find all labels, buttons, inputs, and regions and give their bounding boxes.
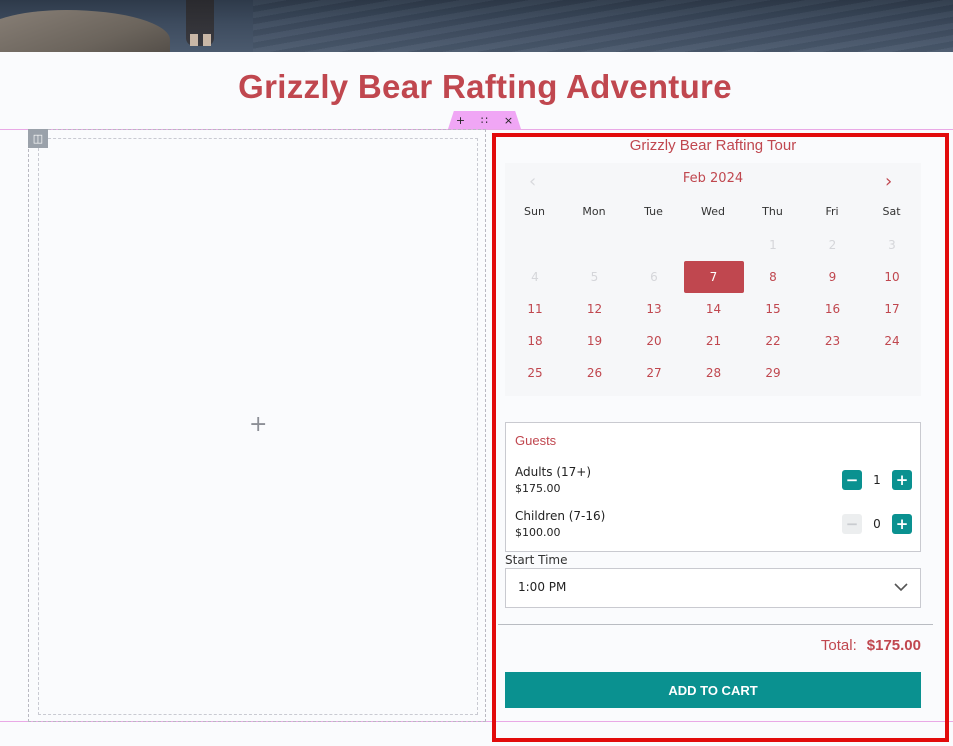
person-leg-right bbox=[203, 34, 211, 46]
toolbar-move-icon[interactable]: ∷ bbox=[481, 114, 488, 127]
rock-shape bbox=[0, 10, 170, 52]
calendar-day[interactable]: 10 bbox=[862, 261, 922, 293]
column-toolbar: + ∷ × bbox=[448, 111, 521, 129]
calendar-day[interactable]: 17 bbox=[862, 293, 922, 325]
calendar-day[interactable]: 12 bbox=[565, 293, 625, 325]
weekday-wed: Wed bbox=[701, 205, 725, 218]
total-row: Total: $175.00 bbox=[740, 637, 921, 654]
hero-image bbox=[0, 0, 953, 52]
person-leg-left bbox=[190, 34, 198, 46]
calendar-day[interactable]: 16 bbox=[803, 293, 863, 325]
calendar-day[interactable]: 29 bbox=[743, 357, 803, 389]
calendar-day[interactable]: 23 bbox=[803, 325, 863, 357]
calendar-day: 4 bbox=[531, 270, 539, 284]
children-label: Children (7-16) bbox=[515, 509, 606, 523]
calendar-day[interactable]: 27 bbox=[624, 357, 684, 389]
children-plus-button[interactable]: + bbox=[892, 514, 912, 534]
calendar-day: 6 bbox=[650, 270, 658, 284]
calendar-day[interactable]: 14 bbox=[684, 293, 744, 325]
calendar-day[interactable]: 18 bbox=[505, 325, 565, 357]
guests-title: Guests bbox=[515, 433, 557, 448]
tour-title: Grizzly Bear Rafting Tour bbox=[629, 137, 797, 154]
children-quantity: 0 bbox=[873, 517, 881, 531]
add-to-cart-button[interactable]: ADD TO CART bbox=[505, 672, 921, 708]
calendar-month-label: Feb 2024 bbox=[682, 171, 744, 186]
guests-panel: Guests Adults (17+) $175.00 − 1 + Childr… bbox=[505, 422, 921, 552]
add-block-icon[interactable]: + bbox=[249, 412, 267, 437]
weekday-sat: Sat bbox=[882, 205, 901, 218]
booking-calendar: ‹ Feb 2024 › Sun Mon Tue Wed Thu Fri Sat 1 2 3 4 5 6… bbox=[505, 163, 921, 396]
calendar-day[interactable]: 28 bbox=[684, 357, 744, 389]
calendar-day[interactable]: 26 bbox=[565, 357, 625, 389]
calendar-day[interactable]: 11 bbox=[505, 293, 565, 325]
page-title: Grizzly Bear Rafting Adventure bbox=[238, 68, 732, 105]
chevron-down-icon bbox=[894, 583, 908, 592]
divider bbox=[498, 624, 933, 625]
toolbar-add-icon[interactable]: + bbox=[456, 114, 465, 127]
calendar-day: 2 bbox=[828, 238, 837, 252]
calendar-day[interactable]: 19 bbox=[565, 325, 625, 357]
weekday-thu: Thu bbox=[762, 205, 783, 218]
column-handle-icon[interactable]: ◫ bbox=[28, 129, 48, 148]
total-amount: $175.00 bbox=[866, 637, 921, 654]
calendar-day[interactable]: 21 bbox=[684, 325, 744, 357]
weekday-sun: Sun bbox=[524, 205, 545, 218]
adults-minus-button[interactable]: − bbox=[842, 470, 862, 490]
calendar-day: 1 bbox=[769, 238, 777, 252]
weekday-tue: Tue bbox=[644, 205, 663, 218]
calendar-day[interactable]: 25 bbox=[505, 357, 565, 389]
calendar-day[interactable]: 8 bbox=[743, 261, 803, 293]
total-label: Total: bbox=[820, 637, 857, 654]
calendar-day[interactable]: 24 bbox=[862, 325, 922, 357]
calendar-day[interactable]: 22 bbox=[743, 325, 803, 357]
adults-quantity: 1 bbox=[873, 473, 881, 487]
calendar-day[interactable]: 15 bbox=[743, 293, 803, 325]
start-time-label: Start Time bbox=[505, 553, 568, 567]
water-texture bbox=[253, 0, 953, 52]
adults-price: $175.00 bbox=[515, 482, 561, 495]
start-time-value: 1:00 PM bbox=[518, 580, 567, 594]
children-minus-button[interactable]: − bbox=[842, 514, 862, 534]
calendar-day[interactable]: 13 bbox=[624, 293, 684, 325]
calendar-day-selected[interactable]: 7 bbox=[683, 261, 744, 293]
start-time-select[interactable]: 1:00 PM bbox=[505, 568, 921, 608]
children-price: $100.00 bbox=[515, 526, 561, 539]
toolbar-close-icon[interactable]: × bbox=[504, 114, 513, 127]
calendar-day: 5 bbox=[590, 270, 599, 284]
next-month-icon[interactable]: › bbox=[885, 171, 892, 192]
weekday-fri: Fri bbox=[825, 205, 839, 218]
adults-label: Adults (17+) bbox=[515, 465, 592, 479]
calendar-day[interactable]: 20 bbox=[624, 325, 684, 357]
adults-plus-button[interactable]: + bbox=[892, 470, 912, 490]
weekday-mon: Mon bbox=[582, 205, 606, 218]
calendar-day[interactable]: 9 bbox=[803, 261, 863, 293]
calendar-day: 3 bbox=[888, 238, 896, 252]
